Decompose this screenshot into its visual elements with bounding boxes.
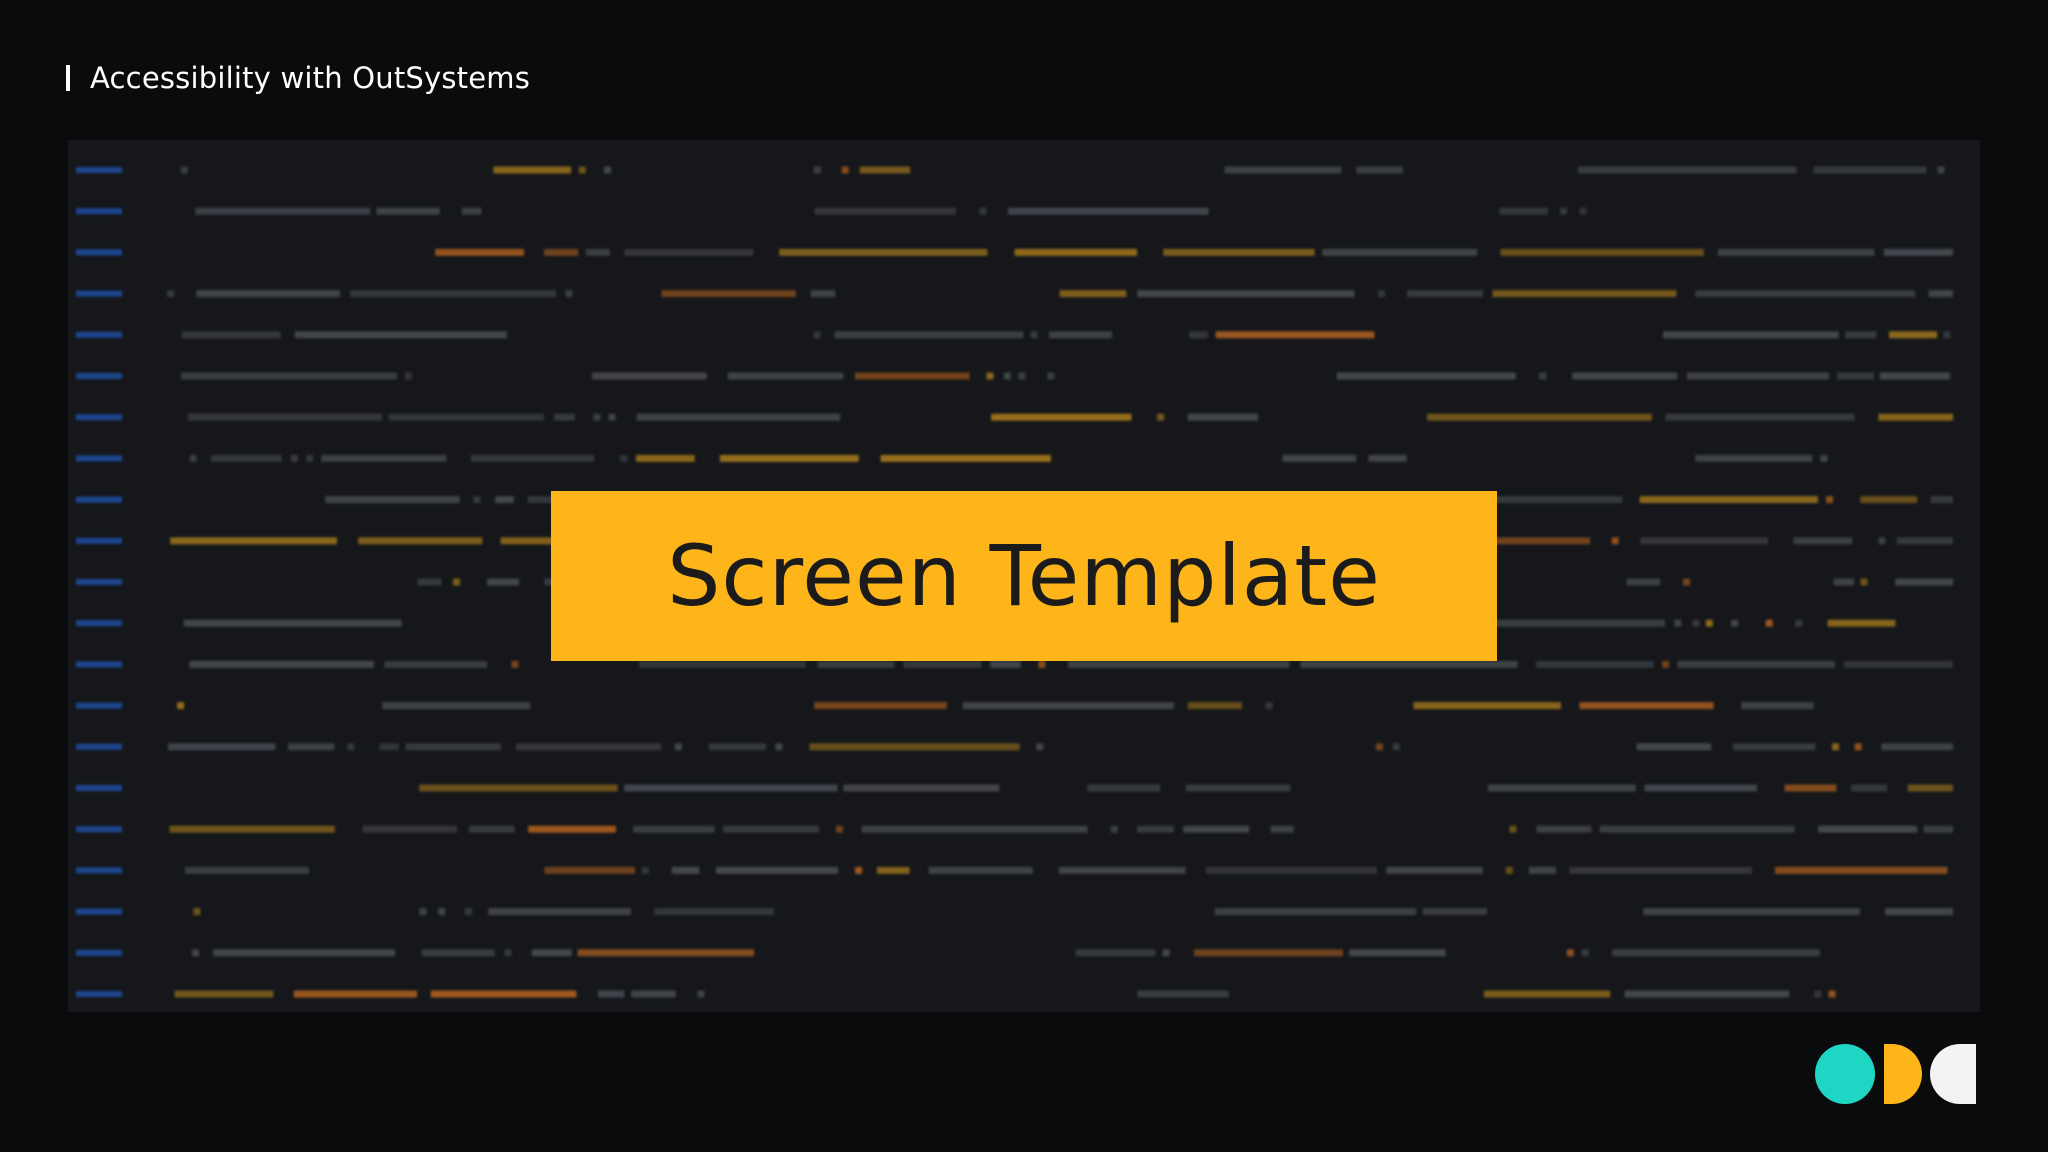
odc-logo-icon (1815, 1044, 1976, 1104)
logo-white-half (1930, 1044, 1976, 1104)
slide-header: Accessibility with OutSystems (66, 58, 530, 98)
screen-template-title: Screen Template (667, 527, 1381, 625)
header-title: Accessibility with OutSystems (90, 61, 531, 95)
header-accent-bar (66, 65, 70, 91)
title-card: Screen Template (551, 491, 1497, 661)
logo-yellow-half (1884, 1044, 1922, 1104)
logo-teal-circle (1815, 1044, 1875, 1104)
